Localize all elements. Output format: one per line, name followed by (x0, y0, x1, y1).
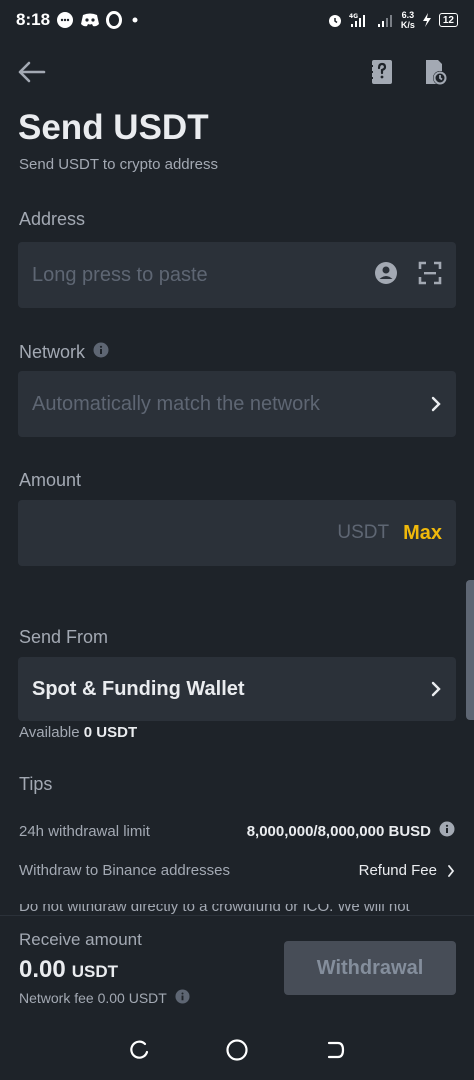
address-book-icon[interactable] (374, 261, 398, 290)
available-label: Available (19, 724, 80, 741)
info-icon[interactable] (93, 342, 109, 363)
available-balance: Available 0 USDT (19, 724, 137, 741)
recent-apps-button[interactable] (124, 1035, 154, 1065)
info-icon[interactable] (439, 821, 455, 841)
send-from-label-text: Send From (19, 627, 109, 647)
address-label-text: Address (19, 209, 86, 229)
charging-icon (421, 13, 433, 27)
chevron-right-icon (430, 396, 442, 412)
network-placeholder: Automatically match the network (32, 392, 320, 415)
faq-button[interactable] (366, 56, 398, 88)
address-placeholder: Long press to paste (32, 263, 208, 286)
top-nav (0, 50, 474, 94)
address-label: Address (19, 209, 85, 230)
network-speed: 6.3 K/s (400, 10, 415, 30)
binance-label: Withdraw to Binance addresses (19, 862, 230, 879)
network-label: Network (19, 342, 109, 363)
tip-binance-addresses: Withdraw to Binance addresses Refund Fee (19, 862, 455, 879)
opera-icon (106, 11, 123, 29)
limit-value: 8,000,000/8,000,000 BUSD (246, 822, 431, 840)
signal-4g-icon: 4G (349, 12, 371, 28)
max-button[interactable]: Max (403, 522, 442, 545)
status-time: 8:18 (16, 10, 51, 29)
wallet-name: Spot & Funding Wallet (32, 677, 245, 700)
back-button[interactable] (16, 56, 48, 88)
address-input[interactable]: Long press to paste (18, 242, 456, 308)
arrow-left-icon (18, 61, 46, 83)
scan-qr-icon[interactable] (418, 261, 442, 290)
network-fee: Network fee 0.00 USDT (19, 989, 190, 1007)
network-label-text: Network (19, 342, 86, 362)
available-value: 0 USDT (83, 724, 138, 741)
amount-input[interactable]: USDT Max (18, 500, 456, 566)
signal-icon (377, 12, 395, 28)
info-icon[interactable] (175, 989, 190, 1007)
tips-title: Tips (19, 774, 53, 794)
history-button[interactable] (420, 56, 452, 88)
chevron-right-icon (448, 864, 455, 877)
receive-label: Receive amount (19, 930, 142, 949)
refund-fee-text: Refund Fee (358, 862, 437, 879)
limit-label: 24h withdrawal limit (19, 822, 150, 840)
alarm-icon (327, 12, 343, 28)
recent-apps-icon (130, 1040, 149, 1059)
refund-fee-link[interactable]: Refund Fee (359, 862, 455, 879)
receive-value: 0.00 (19, 956, 66, 983)
back-nav-button[interactable] (320, 1035, 350, 1065)
discord-icon (80, 12, 100, 28)
history-document-icon (426, 60, 447, 85)
withdrawal-button[interactable]: Withdrawal (284, 941, 456, 995)
page-title: Send USDT (18, 108, 209, 147)
help-document-icon (371, 60, 392, 84)
network-fee-text: Network fee 0.00 USDT (19, 990, 167, 1006)
tip-warning-text: Do not withdraw directly to a crowdfund … (19, 904, 410, 915)
notification-dot-icon (128, 15, 142, 25)
tip-withdrawal-limit: 24h withdrawal limit 8,000,000/8,000,000… (19, 821, 455, 841)
home-circle-icon (226, 1039, 248, 1061)
svg-text:4G: 4G (349, 13, 358, 20)
receive-amount: 0.00 USDT (19, 956, 118, 984)
message-icon (56, 11, 74, 29)
limit-value-wrap: 8,000,000/8,000,000 BUSD (247, 821, 455, 841)
receive-unit: USDT (71, 962, 118, 981)
wallet-select[interactable]: Spot & Funding Wallet (18, 657, 456, 721)
scroll-handle[interactable] (466, 580, 474, 720)
network-select[interactable]: Automatically match the network (18, 371, 456, 437)
amount-label: Amount (19, 470, 81, 491)
status-bar: 8:18 4G 6.3 K/s 12 (0, 0, 474, 40)
back-nav-icon (327, 1041, 345, 1059)
bottom-panel: Receive amount 0.00 USDT Network fee 0.0… (0, 915, 474, 1015)
chevron-right-icon (430, 681, 442, 697)
page-subtitle: Send USDT to crypto address (19, 156, 218, 173)
battery-indicator: 12 (438, 13, 458, 27)
send-from-label: Send From (19, 627, 108, 648)
home-button[interactable] (222, 1035, 252, 1065)
amount-label-text: Amount (19, 470, 82, 490)
system-nav-bar (0, 1020, 474, 1080)
amount-unit: USDT (337, 522, 390, 543)
